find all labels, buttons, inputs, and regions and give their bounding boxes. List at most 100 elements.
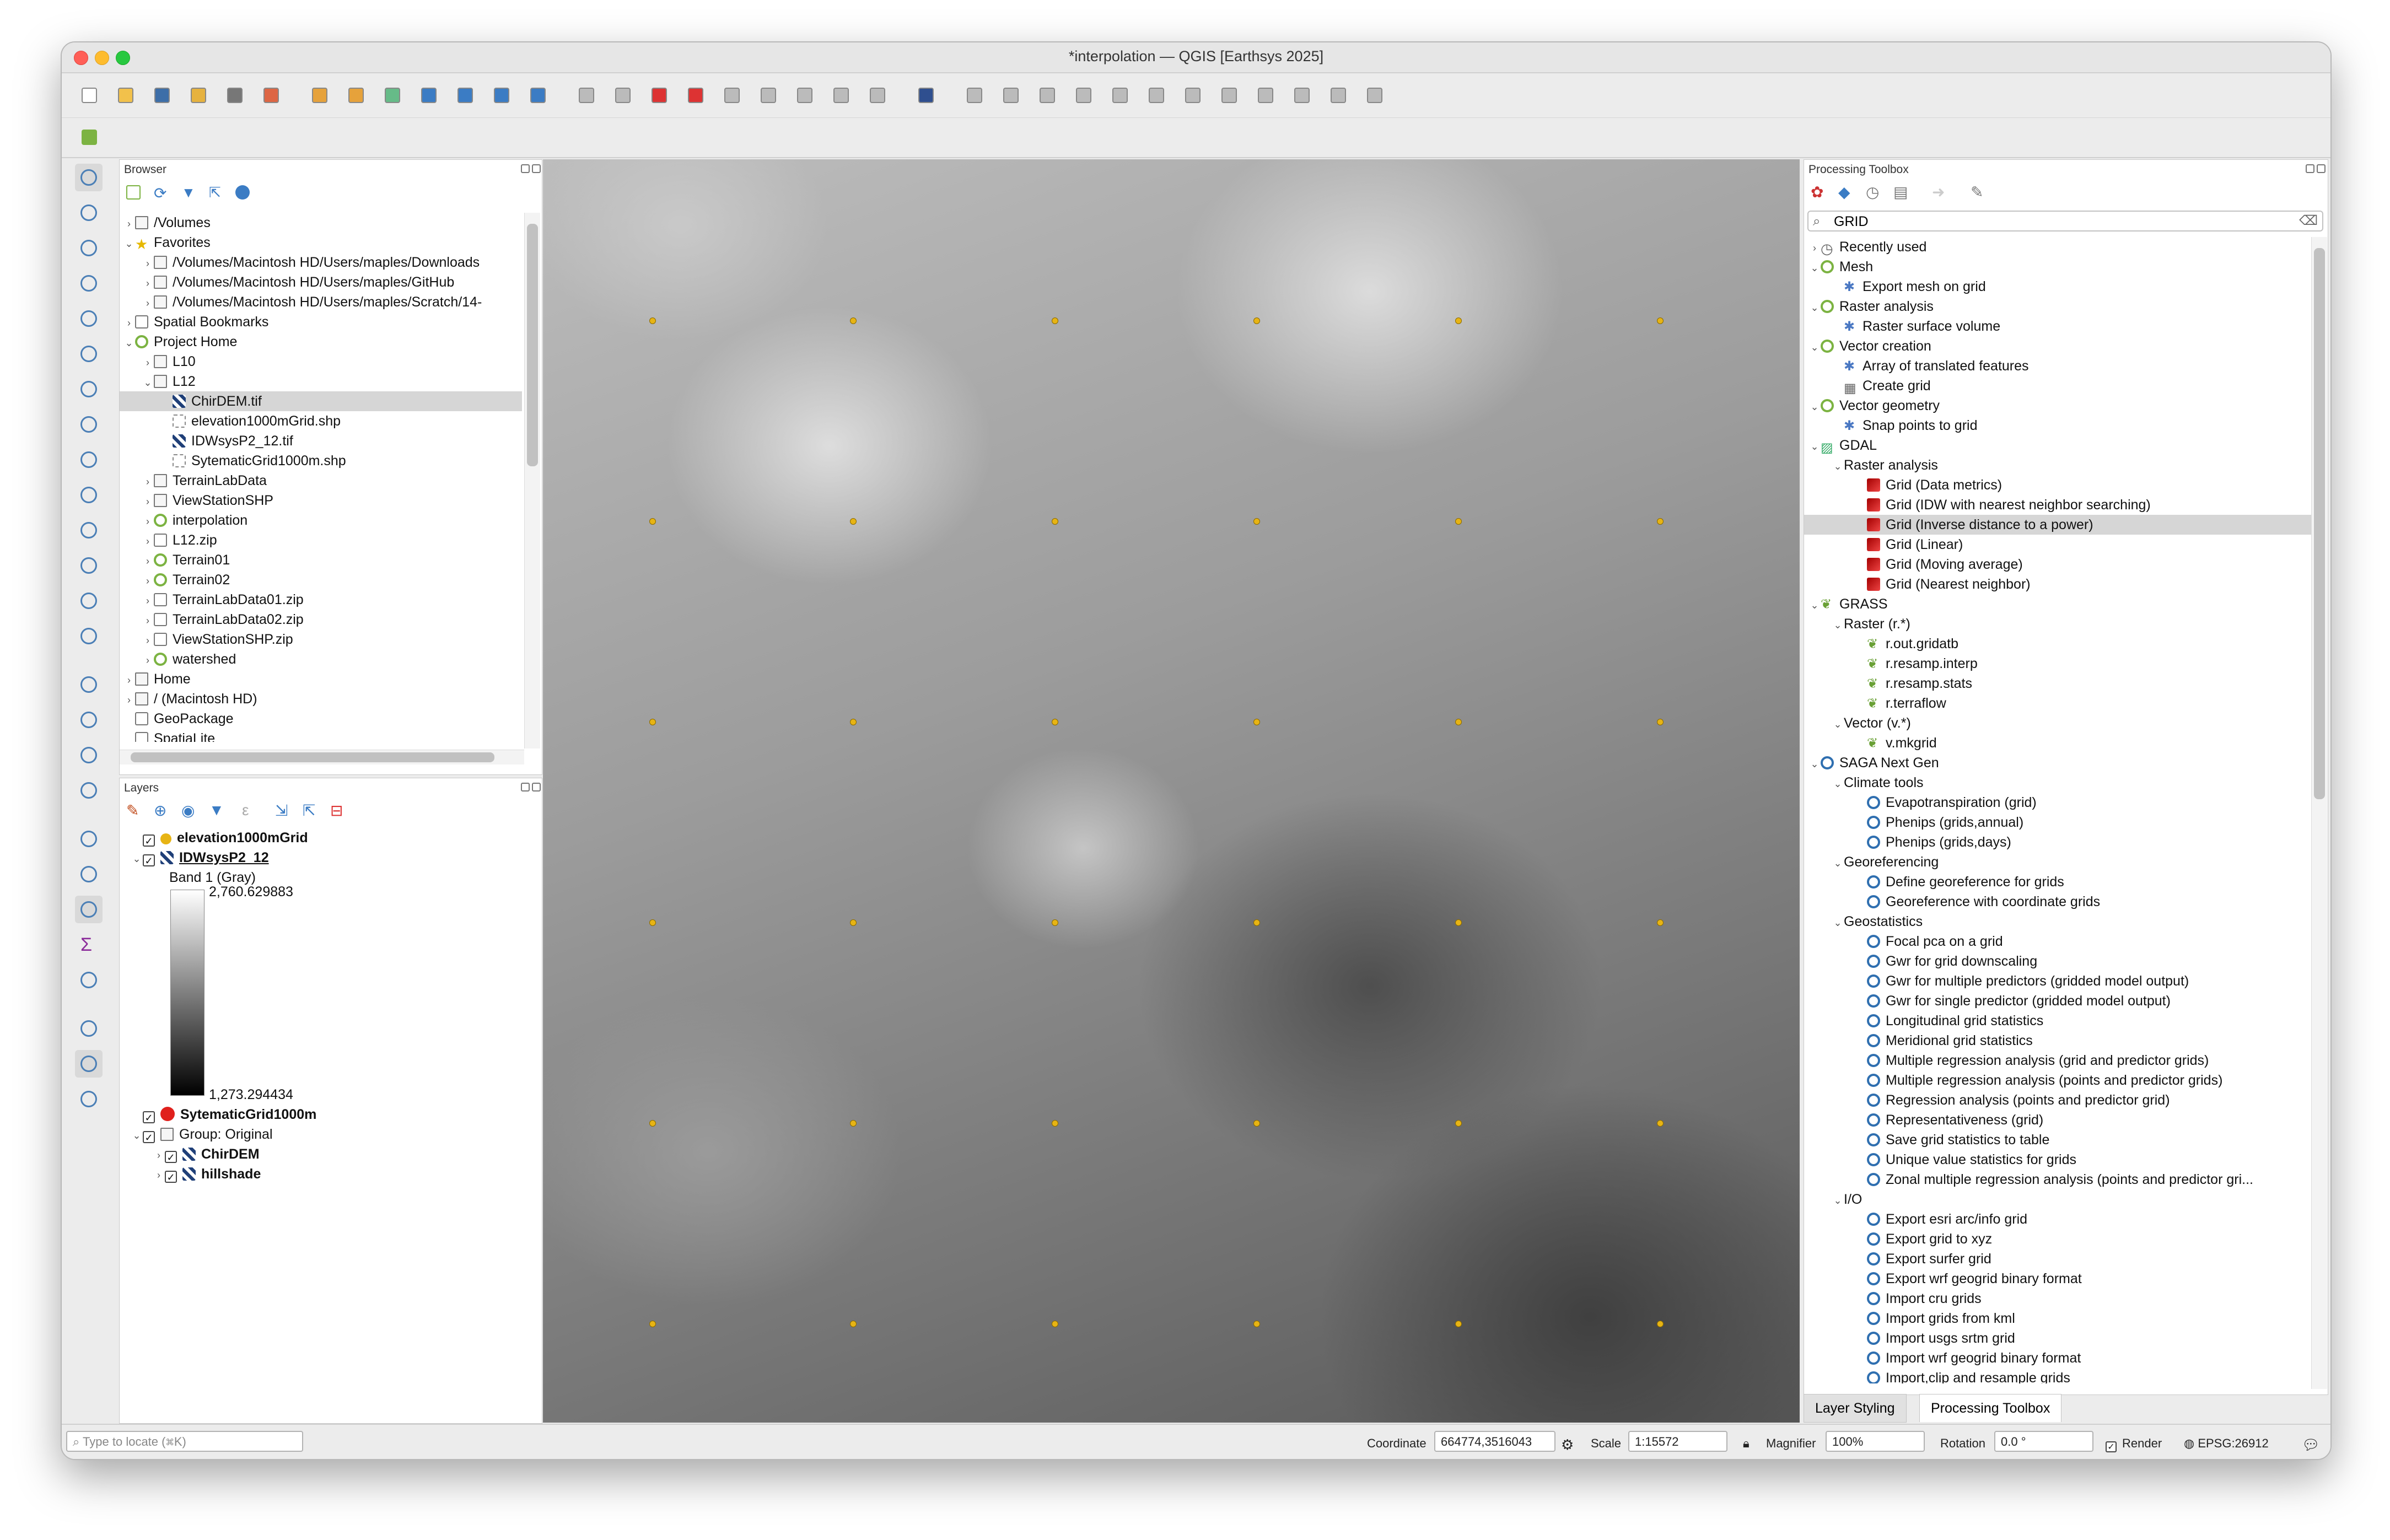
layer-visibility-checkbox[interactable]: ✓	[165, 1151, 177, 1163]
collapse-all-icon[interactable]: ⇱	[303, 801, 315, 820]
processing-icon[interactable]	[75, 896, 103, 923]
style-manager-icon[interactable]	[259, 83, 283, 107]
save-as-icon[interactable]	[186, 83, 211, 107]
chevron-down-icon[interactable]: ⌄	[1832, 714, 1844, 734]
zoom-in-icon[interactable]	[75, 234, 103, 262]
toolbox-item[interactable]: ❦ r.resamp.stats	[1804, 674, 2311, 693]
browser-item[interactable]: ⌄ ★ Favorites	[120, 233, 522, 252]
close-panel-icon[interactable]	[2317, 164, 2326, 173]
locator-search-input[interactable]: ⌕ Type to locate (⌘K)	[66, 1431, 303, 1452]
move-label-icon[interactable]	[756, 83, 780, 107]
save-edits-icon[interactable]	[1035, 83, 1059, 107]
toolbox-item[interactable]: ⌄ Climate tools	[1804, 773, 2311, 793]
toolbox-item[interactable]: ⌄ Raster analysis	[1804, 455, 2311, 475]
chevron-right-icon[interactable]: ›	[142, 650, 154, 670]
identify-icon[interactable]	[75, 825, 103, 853]
toolbox-item[interactable]: ❦ r.out.gridatb	[1804, 634, 2311, 654]
toolbox-item[interactable]: Unique value statistics for grids	[1804, 1150, 2311, 1170]
toolbox-item[interactable]: ✱ Array of translated features	[1804, 356, 2311, 376]
results-icon[interactable]: ▤	[1893, 183, 1908, 201]
toolbox-item[interactable]: Evapotranspiration (grid)	[1804, 793, 2311, 812]
browser-item[interactable]: › /Volumes/Macintosh HD/Users/maples/Down…	[120, 252, 522, 272]
label-abc2-icon[interactable]	[683, 83, 708, 107]
browser-scrollbar[interactable]	[524, 213, 540, 749]
toolbox-item[interactable]: Georeference with coordinate grids	[1804, 892, 2311, 912]
tab-processing-toolbox[interactable]: Processing Toolbox	[1919, 1394, 2062, 1422]
messages-icon[interactable]: 💬︎	[2302, 1436, 2320, 1453]
toolbox-item[interactable]: ⌄ Geostatistics	[1804, 912, 2311, 931]
add-vector-icon[interactable]	[308, 83, 332, 107]
add-mesh-icon[interactable]	[526, 83, 550, 107]
browser-item[interactable]: SytematicGrid1000m.shp	[120, 451, 522, 471]
style-manager-icon[interactable]: ✎	[126, 801, 139, 820]
toolbox-item[interactable]: Multiple regression analysis (points and…	[1804, 1070, 2311, 1090]
chevron-down-icon[interactable]: ⌄	[1808, 595, 1821, 615]
toolbox-item[interactable]: Representativeness (grid)	[1804, 1110, 2311, 1130]
magnifier-spinbox[interactable]: 100%	[1826, 1431, 1925, 1452]
toolbox-item[interactable]: ❦ v.mkgrid	[1804, 733, 2311, 753]
toolbox-item[interactable]: Phenips (grids,annual)	[1804, 812, 2311, 832]
close-panel-icon[interactable]	[532, 783, 541, 791]
visibility-icon[interactable]: ◉	[181, 801, 195, 820]
edit-toggle-icon[interactable]	[999, 83, 1023, 107]
attribute-table-icon[interactable]	[75, 860, 103, 888]
toolbox-item[interactable]: Multiple regression analysis (grid and p…	[1804, 1051, 2311, 1070]
pan-icon[interactable]	[75, 164, 103, 191]
help-icon[interactable]	[914, 83, 938, 107]
layer-idwsysp2-12[interactable]: ⌄ ✓ IDWsysP2_12	[131, 848, 269, 868]
select-features-icon[interactable]	[75, 671, 103, 698]
chevron-right-icon[interactable]: ›	[142, 353, 154, 373]
temporal-icon[interactable]	[75, 587, 103, 615]
toolbox-item[interactable]: ✱ Raster surface volume	[1804, 316, 2311, 336]
chevron-down-icon[interactable]: ⌄	[123, 234, 135, 254]
chevron-down-icon[interactable]: ⌄	[142, 373, 154, 392]
layer-visibility-checkbox[interactable]: ✓	[143, 854, 155, 866]
toolbox-item[interactable]: ❦ r.resamp.interp	[1804, 654, 2311, 674]
chevron-right-icon[interactable]: ›	[142, 492, 154, 511]
toolbox-item[interactable]: Define georeference for grids	[1804, 872, 2311, 892]
toolbox-item[interactable]: ⌄ I/O	[1804, 1189, 2311, 1209]
select-by-value-icon[interactable]	[75, 741, 103, 769]
chevron-down-icon[interactable]: ⌄	[1808, 258, 1821, 278]
toolbox-item[interactable]: Grid (IDW with nearest neighbor searchin…	[1804, 495, 2311, 515]
chevron-down-icon[interactable]: ⌄	[1808, 754, 1821, 774]
expand-all-icon[interactable]: ⇲	[275, 801, 288, 820]
chevron-right-icon[interactable]: ›	[142, 472, 154, 492]
history-icon[interactable]: ◷	[1866, 183, 1879, 201]
add-wms-icon[interactable]	[453, 83, 477, 107]
browser-item[interactable]: IDWsysP2_12.tif	[120, 431, 522, 451]
options-icon[interactable]: ✎	[1971, 183, 1983, 201]
toolbox-item[interactable]: ▦ Create grid	[1804, 376, 2311, 396]
copy-icon[interactable]	[1253, 83, 1278, 107]
new-project-icon[interactable]	[77, 83, 101, 107]
digitize-icon[interactable]	[417, 83, 441, 107]
toolbox-item[interactable]: ⌄ SAGA Next Gen	[1804, 753, 2311, 773]
browser-item[interactable]: › Spatial Bookmarks	[120, 312, 522, 332]
rotation-spinbox[interactable]: 0.0 °	[1994, 1431, 2093, 1452]
refresh-icon[interactable]: ⟳	[154, 184, 166, 202]
filter-icon[interactable]: ▼	[181, 184, 196, 201]
chevron-right-icon[interactable]: ›	[142, 511, 154, 531]
toolbox-item[interactable]: ⌄ Vector geometry	[1804, 396, 2311, 416]
toolbox-item[interactable]: Longitudinal grid statistics	[1804, 1011, 2311, 1031]
statistics-icon[interactable]: Σ	[75, 931, 103, 959]
measure-icon[interactable]	[75, 1015, 103, 1042]
label-abc-icon[interactable]	[647, 83, 671, 107]
browser-item[interactable]: › ViewStationSHP.zip	[120, 629, 522, 649]
layer-visibility-checkbox[interactable]: ✓	[143, 834, 155, 847]
change-label-icon[interactable]	[829, 83, 853, 107]
lock-icon[interactable]: 🔒︎	[1743, 1436, 1750, 1451]
layer-visibility-checkbox[interactable]: ✓	[165, 1171, 177, 1183]
layer-visibility-checkbox[interactable]: ✓	[143, 1111, 155, 1123]
zoom-full-icon[interactable]	[75, 305, 103, 332]
map-canvas[interactable]	[543, 159, 1800, 1423]
show-bookmarks-icon[interactable]	[75, 552, 103, 579]
vertex-tool-icon[interactable]	[1108, 83, 1132, 107]
browser-item[interactable]: SpatiaLite	[120, 729, 522, 742]
toolbox-item[interactable]: ✱ Export mesh on grid	[1804, 277, 2311, 297]
toolbox-search-field[interactable]: ⌕ GRID ⌫	[1807, 211, 2323, 231]
toolbox-item[interactable]: Gwr for single predictor (gridded model …	[1804, 991, 2311, 1011]
chevron-down-icon[interactable]: ⌄	[1808, 337, 1821, 357]
toolbox-item[interactable]: Import grids from kml	[1804, 1309, 2311, 1328]
coordinate-field[interactable]: 664774,3516043	[1434, 1431, 1555, 1452]
